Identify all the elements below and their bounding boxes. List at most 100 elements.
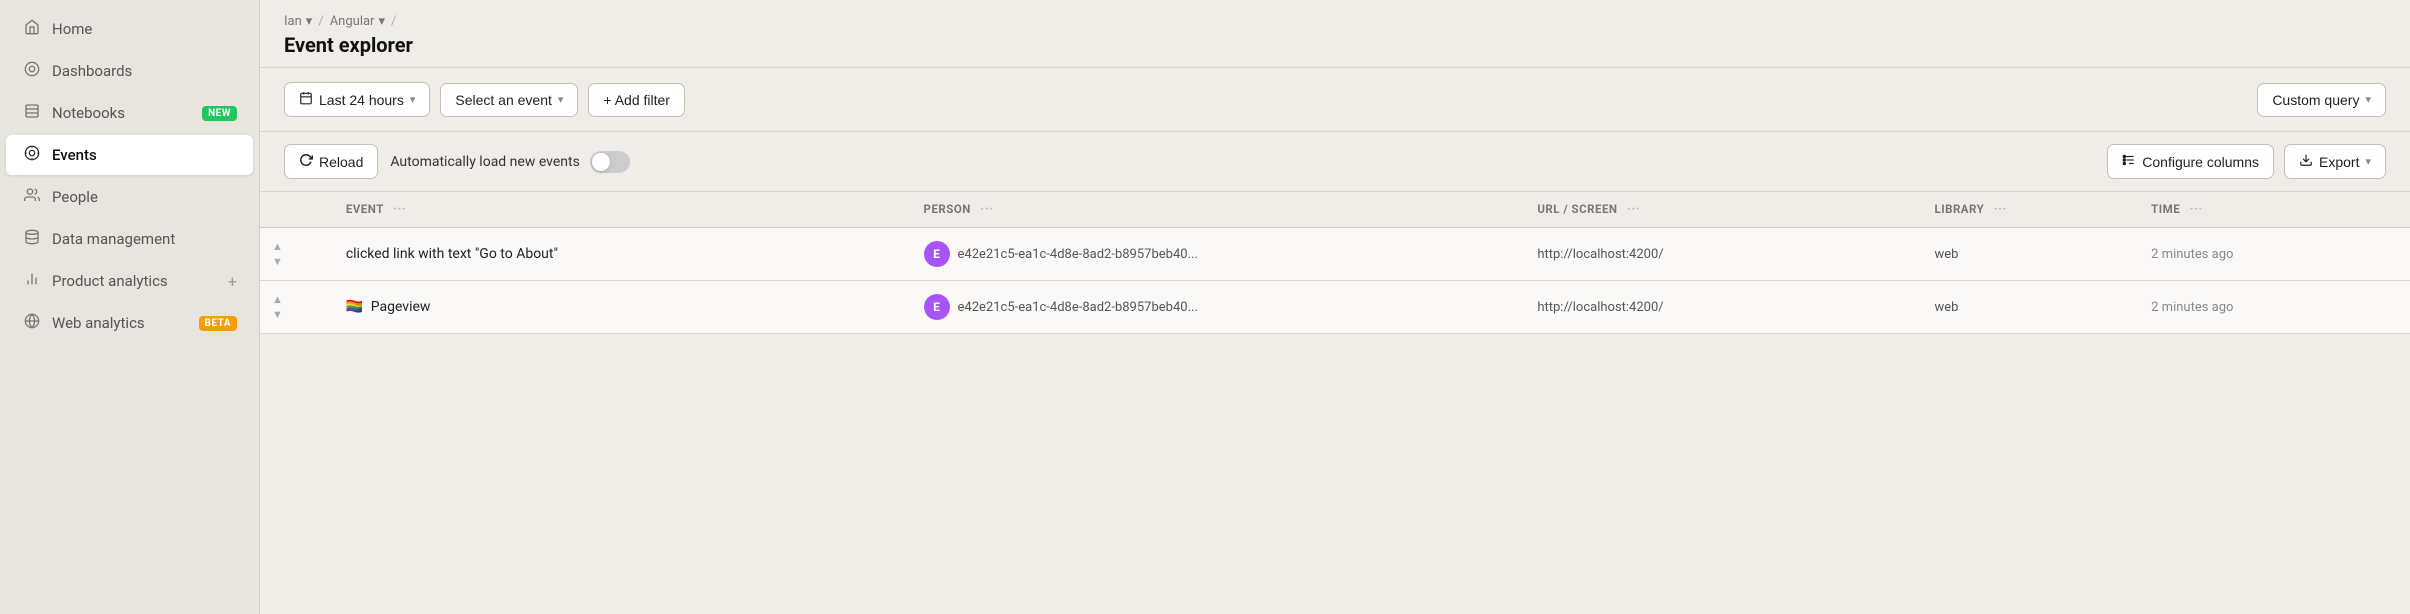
- sidebar-item-label: People: [52, 188, 98, 206]
- export-button[interactable]: Export ▾: [2284, 144, 2386, 179]
- library-col-menu[interactable]: ···: [1994, 202, 2007, 217]
- sidebar-item-label: Notebooks: [52, 104, 125, 122]
- page-title: Event explorer: [284, 33, 2386, 57]
- breadcrumb-sep-2: /: [391, 14, 396, 29]
- web-analytics-icon: [22, 313, 42, 333]
- row-1-person: E e42e21c5-ea1c-4d8e-8ad2-b8957beb40...: [912, 228, 1526, 281]
- breadcrumb-workspace[interactable]: Ian ▾: [284, 14, 312, 29]
- chevron-up-icon-2: ▲: [272, 293, 316, 306]
- table-row[interactable]: ▲ ▼ clicked link with text "Go to About"…: [260, 228, 2410, 281]
- sidebar-item-label: Product analytics: [52, 272, 168, 290]
- avatar-2: E: [924, 294, 950, 320]
- custom-query-button[interactable]: Custom query ▾: [2257, 83, 2386, 117]
- sidebar-item-label: Dashboards: [52, 62, 132, 80]
- event-filter-button[interactable]: Select an event ▾: [440, 83, 578, 117]
- row-1-library: web: [1923, 228, 2140, 281]
- sidebar-item-home[interactable]: Home: [6, 9, 253, 49]
- time-filter-button[interactable]: Last 24 hours ▾: [284, 82, 430, 117]
- export-icon: [2299, 153, 2313, 170]
- sidebar-item-label: Data management: [52, 230, 175, 248]
- row-1-time: 2 minutes ago: [2139, 228, 2410, 281]
- row-1-controls: ▲ ▼: [260, 228, 334, 281]
- beta-badge: BETA: [199, 316, 238, 331]
- product-analytics-icon: [22, 271, 42, 291]
- row-expand-controls[interactable]: ▲ ▼: [272, 240, 322, 268]
- sidebar-item-label: Home: [52, 20, 92, 38]
- table-row[interactable]: ▲ ▼ 🏳️‍🌈 Pageview E e42e21c5-ea1c-4d8e-8…: [260, 281, 2410, 334]
- chevron-down-icon-time: ▾: [410, 93, 416, 106]
- chevron-down-icon-export: ▾: [2365, 155, 2371, 168]
- sidebar-item-notebooks[interactable]: Notebooks NEW: [6, 93, 253, 133]
- plus-icon[interactable]: +: [228, 272, 237, 291]
- secondary-toolbar-right: Configure columns Export ▾: [2107, 144, 2386, 179]
- row-2-person: E e42e21c5-ea1c-4d8e-8ad2-b8957beb40...: [912, 281, 1526, 334]
- events-icon: [22, 145, 42, 165]
- person-id-2: e42e21c5-ea1c-4d8e-8ad2-b8957beb40...: [958, 300, 1198, 315]
- primary-toolbar: Last 24 hours ▾ Select an event ▾ + Add …: [260, 68, 2410, 132]
- row-2-url: http://localhost:4200/: [1525, 281, 1922, 334]
- dashboard-icon: [22, 61, 42, 81]
- chevron-down-icon-2: ▾: [378, 14, 385, 29]
- person-col-menu[interactable]: ···: [980, 202, 993, 217]
- avatar: E: [924, 241, 950, 267]
- table-body: ▲ ▼ clicked link with text "Go to About"…: [260, 228, 2410, 334]
- auto-load-toggle[interactable]: [590, 151, 630, 173]
- col-event-header: EVENT ···: [334, 192, 912, 228]
- chevron-down-icon-query: ▾: [2365, 93, 2371, 106]
- chevron-down-icon-row: ▼: [272, 255, 316, 268]
- sidebar: Home Dashboards Notebooks NEW Events Peo…: [0, 0, 260, 614]
- sidebar-item-label: Events: [52, 146, 97, 164]
- sidebar-item-dashboards[interactable]: Dashboards: [6, 51, 253, 91]
- row-2-controls: ▲ ▼: [260, 281, 334, 334]
- person-id: e42e21c5-ea1c-4d8e-8ad2-b8957beb40...: [958, 247, 1198, 262]
- chevron-down-icon: ▾: [306, 14, 313, 29]
- person-cell: E e42e21c5-ea1c-4d8e-8ad2-b8957beb40...: [924, 241, 1514, 267]
- breadcrumb-project[interactable]: Angular ▾: [330, 14, 385, 29]
- chevron-up-icon: ▲: [272, 240, 316, 253]
- breadcrumb-sep-1: /: [318, 14, 323, 29]
- url-col-menu[interactable]: ···: [1627, 202, 1640, 217]
- new-badge: NEW: [202, 106, 237, 121]
- col-controls-header: [260, 192, 334, 228]
- data-management-icon: [22, 229, 42, 249]
- chevron-down-icon-event: ▾: [558, 93, 564, 106]
- add-filter-button[interactable]: + Add filter: [588, 83, 685, 117]
- main-content: Ian ▾ / Angular ▾ / Event explorer Last …: [260, 0, 2410, 614]
- sidebar-item-label: Web analytics: [52, 314, 145, 332]
- col-library-header: LIBRARY ···: [1923, 192, 2140, 228]
- row-1-url: http://localhost:4200/: [1525, 228, 1922, 281]
- chevron-down-icon-row-2: ▼: [272, 308, 316, 321]
- toolbar-right: Custom query ▾: [2257, 83, 2386, 117]
- row-1-event: clicked link with text "Go to About": [334, 228, 912, 281]
- col-url-header: URL / SCREEN ···: [1525, 192, 1922, 228]
- events-table: EVENT ··· PERSON ··· URL / SCREEN ··· LI…: [260, 192, 2410, 334]
- pageview-emoji-icon: 🏳️‍🌈: [346, 299, 363, 315]
- sidebar-item-web-analytics[interactable]: Web analytics BETA: [6, 303, 253, 343]
- breadcrumb: Ian ▾ / Angular ▾ /: [284, 14, 2386, 29]
- row-2-time: 2 minutes ago: [2139, 281, 2410, 334]
- row-expand-controls-2[interactable]: ▲ ▼: [272, 293, 322, 321]
- sidebar-item-product-analytics[interactable]: Product analytics +: [6, 261, 253, 301]
- table-header: EVENT ··· PERSON ··· URL / SCREEN ··· LI…: [260, 192, 2410, 228]
- col-person-header: PERSON ···: [912, 192, 1526, 228]
- event-col-menu[interactable]: ···: [393, 202, 406, 217]
- reload-icon: [299, 153, 313, 170]
- home-icon: [22, 19, 42, 39]
- sidebar-item-events[interactable]: Events: [6, 135, 253, 175]
- people-icon: [22, 187, 42, 207]
- sidebar-item-data-management[interactable]: Data management: [6, 219, 253, 259]
- secondary-toolbar: Reload Automatically load new events Con…: [260, 132, 2410, 192]
- time-col-menu[interactable]: ···: [2190, 202, 2203, 217]
- reload-button[interactable]: Reload: [284, 144, 378, 179]
- events-table-container: EVENT ··· PERSON ··· URL / SCREEN ··· LI…: [260, 192, 2410, 614]
- col-time-header: TIME ···: [2139, 192, 2410, 228]
- row-2-library: web: [1923, 281, 2140, 334]
- calendar-icon: [299, 91, 313, 108]
- configure-columns-button[interactable]: Configure columns: [2107, 144, 2274, 179]
- notebooks-icon: [22, 103, 42, 123]
- auto-load-toggle-wrapper: Automatically load new events: [390, 151, 629, 173]
- sidebar-item-people[interactable]: People: [6, 177, 253, 217]
- row-2-event: 🏳️‍🌈 Pageview: [334, 281, 912, 334]
- configure-columns-icon: [2122, 153, 2136, 170]
- page-header: Ian ▾ / Angular ▾ / Event explorer: [260, 0, 2410, 68]
